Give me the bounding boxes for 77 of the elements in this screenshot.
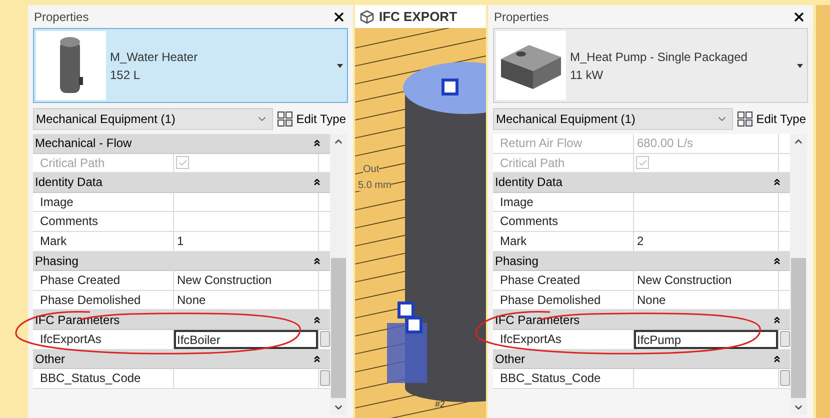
close-icon[interactable] [332, 10, 346, 24]
group-header[interactable]: IFC Parameters [493, 310, 790, 330]
category-dropdown[interactable]: Mechanical Equipment (1) [493, 108, 734, 130]
collapse-icon [772, 354, 782, 364]
view-label: Out [363, 164, 380, 175]
collapse-icon [312, 354, 322, 364]
collapse-icon [772, 177, 782, 188]
view-label: 5.0 mm [358, 180, 392, 191]
property-value: New Construction [176, 272, 272, 289]
group-header[interactable]: Phasing [33, 252, 330, 272]
property-label: Phase Created [493, 271, 634, 290]
edit-type-icon [737, 111, 754, 127]
group-header[interactable]: Identity Data [493, 173, 790, 193]
view-title: IFC EXPORT [379, 8, 458, 26]
property-value[interactable]: IfcPump [634, 330, 778, 349]
edit-type-icon [277, 111, 294, 127]
property-label: BBC_Status_Code [493, 369, 634, 388]
group-header[interactable]: IFC Parameters [33, 310, 330, 330]
browse-button[interactable] [320, 370, 330, 386]
property-value: New Construction [636, 272, 732, 289]
property-value: 680.00 L/s [636, 134, 694, 152]
view-label: #2 [435, 398, 446, 411]
property-value: 1 [176, 232, 184, 250]
property-label: Image [33, 192, 174, 212]
collapse-icon [312, 138, 322, 148]
family-name: M_Heat Pump - Single Packaged [570, 48, 748, 66]
type-name: 152 L [110, 66, 142, 84]
scrollbar-thumb[interactable] [331, 258, 346, 398]
collapse-icon [772, 256, 782, 266]
group-header[interactable]: Other [493, 350, 790, 370]
type-name: 11 kW [570, 66, 604, 84]
property-label: IfcExportAs [493, 330, 634, 349]
property-label: Critical Path [33, 154, 174, 172]
panel-title: Properties [34, 8, 89, 26]
group-header[interactable]: Mechanical - Flow [33, 134, 330, 154]
property-label: Comments [493, 212, 634, 231]
scrollbar[interactable] [330, 134, 347, 415]
3d-view-icon [360, 10, 374, 24]
browse-button[interactable] [320, 331, 330, 348]
collapse-icon [312, 256, 322, 266]
property-label: Phase Demolished [493, 290, 634, 310]
type-selector[interactable]: M_Heat Pump - Single Packaged 11 kW [493, 28, 808, 103]
property-label: Return Air Flow [493, 134, 634, 153]
property-label: Critical Path [493, 154, 634, 172]
edit-type-button[interactable]: Edit Type [277, 108, 348, 130]
property-value: 2 [636, 232, 644, 250]
property-label: Phase Created [33, 271, 174, 290]
property-label: IfcExportAs [33, 330, 174, 349]
property-value[interactable]: IfcBoiler [174, 330, 318, 349]
property-label: Mark [493, 232, 634, 251]
panel-title: Properties [494, 8, 549, 26]
property-label: Image [493, 192, 634, 212]
collapse-icon [312, 177, 322, 188]
edit-type-button[interactable]: Edit Type [737, 108, 808, 130]
check-icon [638, 158, 648, 168]
dropdown-caret-icon [337, 64, 343, 68]
browse-button[interactable] [780, 331, 790, 348]
property-value: None [636, 292, 666, 309]
collapse-icon [312, 314, 322, 325]
category-dropdown[interactable]: Mechanical Equipment (1) [33, 108, 274, 130]
check-icon [178, 158, 188, 168]
scrollbar-thumb[interactable] [791, 258, 806, 398]
property-label: Mark [33, 232, 174, 251]
scrollbar[interactable] [790, 134, 807, 415]
close-icon[interactable] [792, 10, 806, 24]
group-header[interactable]: Phasing [493, 252, 790, 272]
type-selector[interactable]: M_Water Heater 152 L [33, 28, 348, 103]
group-header[interactable]: Other [33, 350, 330, 370]
browse-button[interactable] [780, 370, 790, 386]
collapse-icon [772, 314, 782, 325]
family-name: M_Water Heater [110, 48, 199, 66]
dropdown-caret-icon [797, 64, 803, 68]
property-label: Phase Demolished [33, 290, 174, 310]
property-label: BBC_Status_Code [33, 369, 174, 388]
property-value: None [176, 292, 206, 309]
group-header[interactable]: Identity Data [33, 173, 330, 193]
property-label: Comments [33, 212, 174, 231]
